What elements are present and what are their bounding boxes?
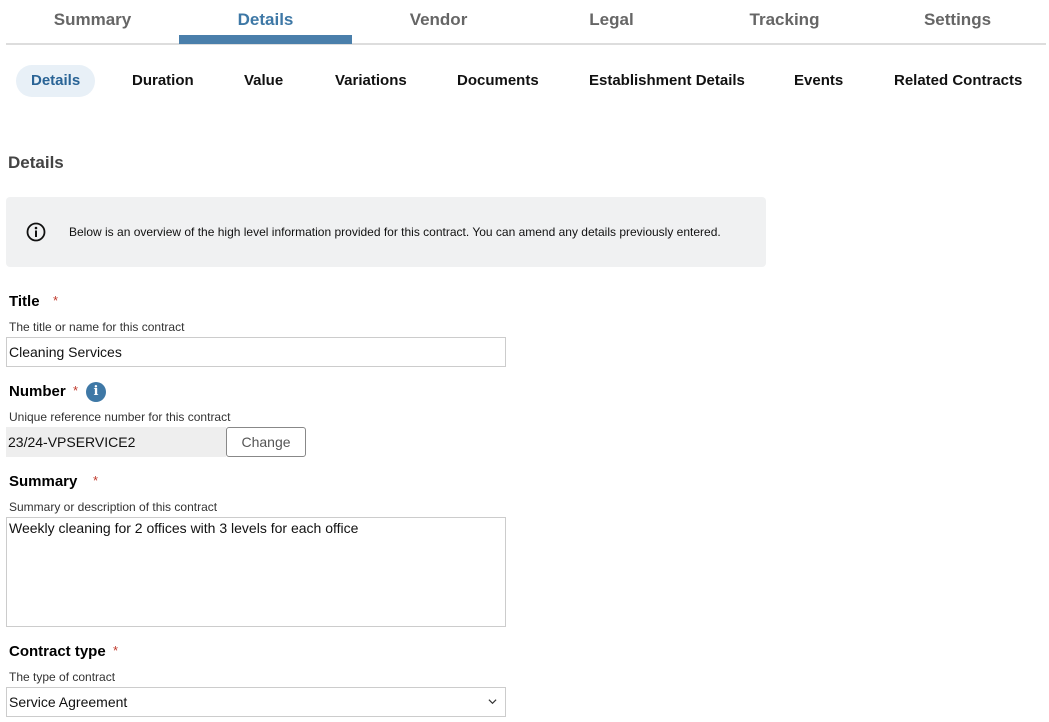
summary-hint: Summary or description of this contract	[9, 500, 218, 514]
subtab-variations[interactable]: Variations	[335, 65, 407, 97]
contract-type-hint: The type of contract	[9, 670, 116, 684]
contract-type-label: Contract type	[9, 643, 106, 660]
info-circle-icon	[26, 222, 46, 242]
number-required-marker: *	[73, 383, 79, 398]
subtab-details[interactable]: Details	[16, 65, 96, 97]
tab-legal[interactable]: Legal	[525, 0, 698, 45]
tab-vendor[interactable]: Vendor	[352, 0, 525, 45]
number-field: 23/24-VPSERVICE2	[6, 427, 226, 457]
title-input[interactable]: Cleaning Services	[6, 337, 506, 367]
title-label: Title	[9, 293, 40, 310]
section-title: Details	[8, 153, 64, 172]
title-required-marker: *	[53, 293, 59, 308]
number-info-icon[interactable]: i	[86, 382, 106, 402]
summary-required-marker: *	[93, 473, 99, 488]
subtab-establishment-details[interactable]: Establishment Details	[589, 65, 745, 97]
info-text: Below is an overview of the high level i…	[69, 225, 721, 239]
summary-textarea[interactable]: Weekly cleaning for 2 offices with 3 lev…	[6, 517, 506, 627]
tab-settings[interactable]: Settings	[871, 0, 1044, 45]
top-tab-bar: Summary Details Vendor Legal Tracking Se…	[6, 0, 1046, 45]
change-number-button[interactable]: Change	[226, 427, 306, 457]
subtab-related-contracts[interactable]: Related Contracts	[894, 65, 1022, 97]
title-hint: The title or name for this contract	[9, 320, 185, 334]
subtab-events[interactable]: Events	[794, 65, 843, 97]
contract-type-required-marker: *	[113, 643, 119, 658]
subtab-documents[interactable]: Documents	[457, 65, 539, 97]
summary-label: Summary	[9, 473, 78, 490]
tab-summary[interactable]: Summary	[6, 0, 179, 45]
subtab-duration[interactable]: Duration	[132, 65, 194, 97]
chevron-down-icon	[488, 699, 497, 705]
subtab-value[interactable]: Value	[244, 65, 283, 97]
tab-tracking[interactable]: Tracking	[698, 0, 871, 45]
contract-type-select[interactable]: Service Agreement	[6, 687, 506, 717]
active-tab-indicator	[179, 35, 352, 44]
number-label: Number	[9, 383, 66, 400]
contract-type-value: Service Agreement	[9, 694, 128, 710]
info-banner: Below is an overview of the high level i…	[6, 197, 766, 267]
number-hint: Unique reference number for this contrac…	[9, 410, 231, 424]
